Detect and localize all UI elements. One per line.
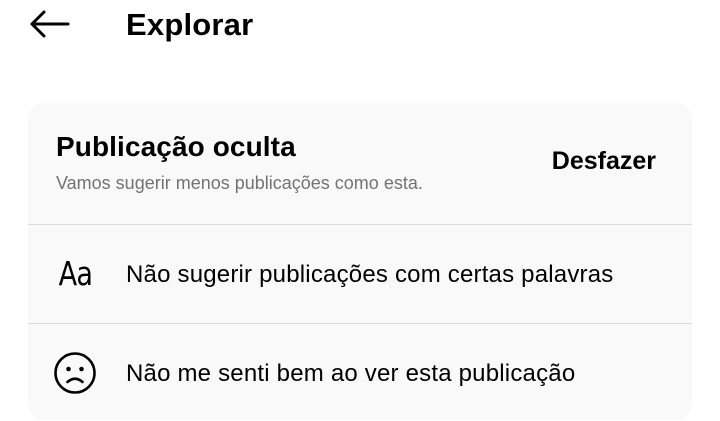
sad-face-icon xyxy=(52,352,98,394)
undo-button[interactable]: Desfazer xyxy=(552,143,656,179)
hidden-post-notice: Publicação oculta Vamos sugerir menos pu… xyxy=(28,103,692,224)
top-bar: Explorar xyxy=(0,0,720,60)
hidden-post-title: Publicação oculta xyxy=(56,131,296,162)
text-aa-icon: Aa xyxy=(58,254,92,293)
arrow-left-icon xyxy=(28,9,70,44)
hidden-post-subtitle: Vamos sugerir menos publicações como est… xyxy=(56,173,423,193)
option-felt-bad[interactable]: Não me senti bem ao ver esta publicação xyxy=(28,324,692,420)
option-label: Não sugerir publicações com certas palav… xyxy=(126,261,614,288)
back-button[interactable] xyxy=(26,6,72,46)
page-title: Explorar xyxy=(126,7,254,42)
option-hide-words[interactable]: Aa Não sugerir publicações com certas pa… xyxy=(28,225,692,323)
hidden-post-card: Publicação oculta Vamos sugerir menos pu… xyxy=(28,103,692,420)
option-label: Não me senti bem ao ver esta publicação xyxy=(126,360,576,387)
